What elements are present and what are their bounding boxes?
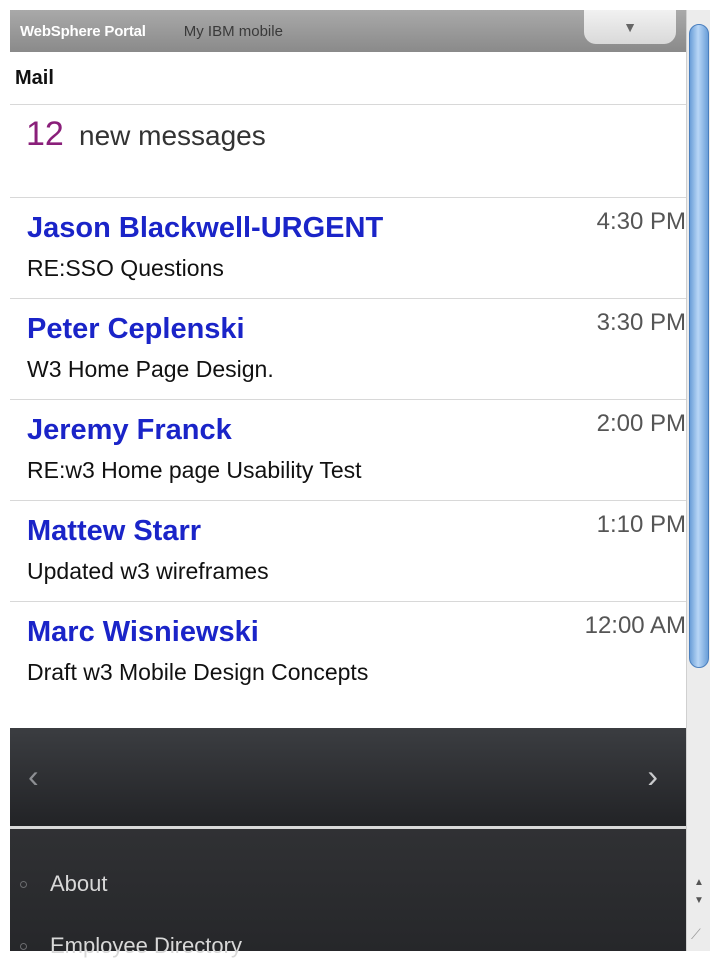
message-sender[interactable]: Jason Blackwell-URGENT [27, 212, 383, 245]
message-time: 4:30 PM [596, 208, 686, 235]
page-title-bar: Mail [10, 52, 686, 105]
message-row[interactable]: Peter Ceplenski W3 Home Page Design. 3:3… [10, 299, 686, 400]
scroll-up-icon[interactable]: ▲ [691, 876, 707, 890]
footer-link-label: About [50, 871, 108, 896]
message-subject: Draft w3 Mobile Design Concepts [27, 659, 369, 685]
message-time: 3:30 PM [596, 309, 686, 336]
message-time: 1:10 PM [596, 511, 686, 538]
bullet-icon [20, 943, 27, 950]
message-row[interactable]: Jason Blackwell-URGENT RE:SSO Questions … [10, 198, 686, 299]
message-time: 2:00 PM [596, 410, 686, 437]
bullet-icon [20, 881, 27, 888]
message-sender[interactable]: Mattew Starr [27, 515, 201, 548]
scrollbar-thumb[interactable] [689, 24, 709, 668]
message-subject: RE:SSO Questions [27, 255, 224, 281]
message-subject: RE:w3 Home page Usability Test [27, 457, 362, 483]
message-time: 12:00 AM [584, 612, 686, 639]
new-messages-summary: 12 new messages [10, 105, 686, 198]
message-list: Jason Blackwell-URGENT RE:SSO Questions … [10, 198, 686, 702]
footer-link-label: Employee Directory [50, 933, 242, 958]
message-row[interactable]: Mattew Starr Updated w3 wireframes 1:10 … [10, 501, 686, 602]
message-subject: Updated w3 wireframes [27, 558, 269, 584]
new-messages-label: new messages [79, 120, 266, 151]
menu-dropdown-button[interactable]: ▼ [584, 10, 676, 44]
vertical-scrollbar[interactable]: ▲ ▼ ⟋ [686, 10, 710, 951]
scroll-down-icon[interactable]: ▼ [691, 894, 707, 908]
message-row[interactable]: Marc Wisniewski Draft w3 Mobile Design C… [10, 602, 686, 702]
message-sender[interactable]: Marc Wisniewski [27, 616, 259, 649]
new-message-count: 12 [26, 115, 64, 153]
footer-nav: About Employee Directory [10, 829, 686, 958]
message-sender[interactable]: Jeremy Franck [27, 414, 232, 447]
top-bar: WebSphere Portal My IBM mobile ▼ [10, 10, 686, 52]
pager-bar: ‹ › [10, 728, 686, 826]
resize-grip-icon[interactable]: ⟋ [691, 926, 709, 944]
message-sender[interactable]: Peter Ceplenski [27, 313, 245, 346]
next-page-icon[interactable]: › [647, 758, 658, 795]
page-title: Mail [15, 66, 54, 89]
message-subject: W3 Home Page Design. [27, 356, 274, 382]
message-row[interactable]: Jeremy Franck RE:w3 Home page Usability … [10, 400, 686, 501]
brand-label: WebSphere Portal [20, 22, 146, 40]
previous-page-icon[interactable]: ‹ [28, 758, 39, 795]
sub-brand-label: My IBM mobile [183, 22, 283, 40]
chevron-down-icon: ▼ [623, 19, 637, 35]
